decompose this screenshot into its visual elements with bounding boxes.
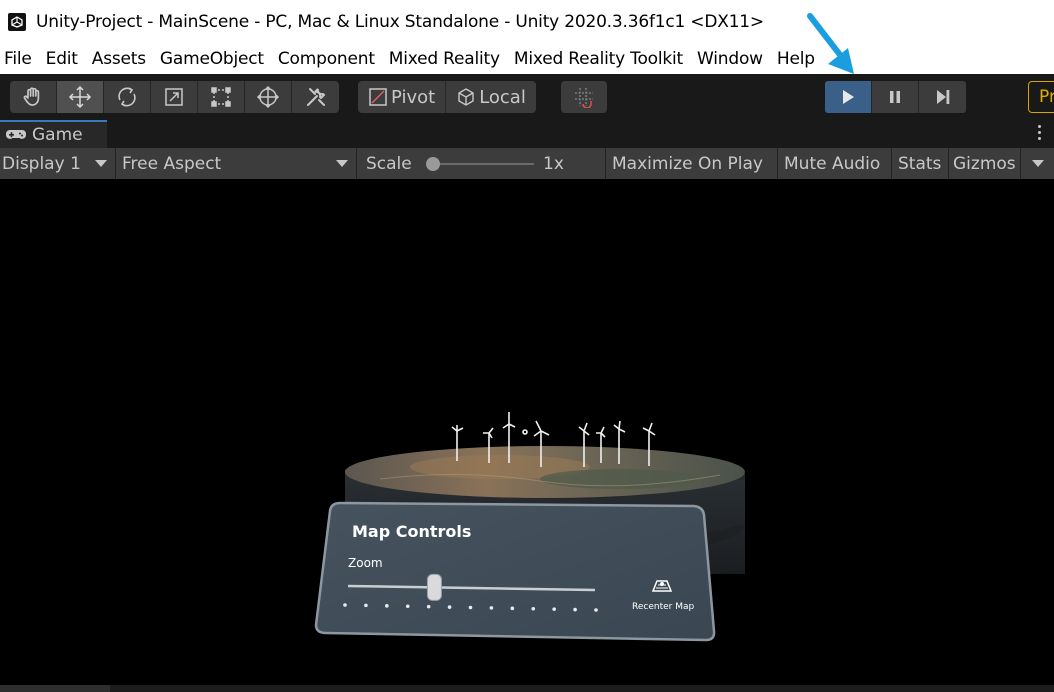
window-title: Unity-Project - MainScene - PC, Mac & Li… xyxy=(36,12,764,32)
map-controls-title: Map Controls xyxy=(352,522,472,541)
menu-assets[interactable]: Assets xyxy=(92,49,146,69)
hand-icon xyxy=(23,87,40,106)
zoom-tick xyxy=(531,606,536,611)
stats-label: Stats xyxy=(898,153,942,174)
menu-bar: File Edit Assets GameObject Component Mi… xyxy=(0,44,1054,74)
maximize-on-play-toggle[interactable]: Maximize On Play xyxy=(606,148,778,179)
transform-tool-button[interactable] xyxy=(245,81,292,113)
local-button[interactable]: Local xyxy=(446,81,536,113)
display-dropdown[interactable]: Display 1 xyxy=(0,148,116,179)
zoom-slider-thumb[interactable] xyxy=(426,573,442,601)
pivot-button[interactable]: Pivot xyxy=(358,81,447,113)
unity-logo-icon xyxy=(8,13,26,31)
aspect-caret-icon xyxy=(336,160,348,167)
zoom-tick xyxy=(426,604,431,609)
wind-turbine xyxy=(522,429,528,435)
pivot-label: Pivot xyxy=(391,86,436,108)
rect-tool-button[interactable] xyxy=(198,81,245,113)
bottom-scrollbar[interactable] xyxy=(0,685,1054,692)
scale-tool-button[interactable] xyxy=(151,81,198,113)
zoom-tick xyxy=(489,606,494,610)
local-cube-icon xyxy=(458,88,474,106)
scene-render xyxy=(314,412,745,642)
zoom-tick xyxy=(468,605,473,610)
preview-packages-button[interactable]: Pr xyxy=(1028,81,1054,113)
zoom-tick xyxy=(364,603,368,608)
gizmos-toggle[interactable]: Gizmos xyxy=(949,148,1021,179)
zoom-label: Zoom xyxy=(348,556,383,570)
menu-mixed-reality[interactable]: Mixed Reality xyxy=(389,49,500,69)
zoom-tick xyxy=(510,606,515,611)
stats-toggle[interactable]: Stats xyxy=(892,148,949,179)
gizmos-label: Gizmos xyxy=(953,153,1016,174)
scrollbar-thumb[interactable] xyxy=(0,685,110,692)
scale-slider-track[interactable] xyxy=(432,163,534,165)
pause-button[interactable] xyxy=(872,81,919,113)
playback-controls xyxy=(825,81,966,113)
zoom-tick xyxy=(385,604,389,608)
menu-file[interactable]: File xyxy=(4,49,32,69)
pause-icon xyxy=(890,91,900,103)
game-view[interactable]: Map Controls Zoom Recenter Map xyxy=(0,179,1054,685)
play-icon xyxy=(843,90,854,104)
custom-tool-button[interactable] xyxy=(292,81,339,113)
grid-snap-icon xyxy=(575,88,593,108)
zoom-tick xyxy=(552,607,556,611)
scale-value: 1x xyxy=(543,153,564,174)
maximize-on-play-label: Maximize On Play xyxy=(612,153,763,174)
pivot-icon xyxy=(369,88,387,106)
menu-mixed-reality-toolkit[interactable]: Mixed Reality Toolkit xyxy=(514,49,683,69)
title-bar: Unity-Project - MainScene - PC, Mac & Li… xyxy=(0,0,1054,44)
step-icon xyxy=(936,90,949,104)
transform-tools-group xyxy=(10,81,339,113)
rotate-tool-button[interactable] xyxy=(104,81,151,113)
zoom-tick xyxy=(573,607,577,612)
tab-game[interactable]: Game xyxy=(0,120,107,148)
move-tool-button[interactable] xyxy=(57,81,104,113)
local-label: Local xyxy=(479,86,526,108)
scale-control: Scale 1x xyxy=(357,148,606,179)
play-button[interactable] xyxy=(825,81,872,113)
menu-edit[interactable]: Edit xyxy=(46,49,78,69)
preview-packages-label: Pr xyxy=(1039,87,1054,107)
zoom-tick xyxy=(594,608,598,612)
zoom-tick xyxy=(447,605,452,609)
more-options-icon[interactable] xyxy=(1038,125,1042,140)
step-button[interactable] xyxy=(919,81,966,113)
scale-label: Scale xyxy=(366,153,412,174)
menu-window[interactable]: Window xyxy=(697,49,763,69)
rotate-icon xyxy=(118,87,136,107)
tab-row: Game xyxy=(0,120,1054,148)
rect-transform-icon xyxy=(211,87,231,107)
zoom-tick xyxy=(343,603,347,607)
game-view-toolbar: Display 1 Free Aspect Scale 1x Maximize … xyxy=(0,148,1054,179)
pivot-group: Pivot Local xyxy=(358,81,536,113)
tab-game-label: Game xyxy=(32,125,83,145)
aspect-dropdown[interactable]: Free Aspect xyxy=(116,148,357,179)
recenter-map-button[interactable]: Recenter Map xyxy=(632,602,694,612)
mute-audio-label: Mute Audio xyxy=(784,153,881,174)
annotation-arrow-icon xyxy=(807,13,854,74)
display-value: Display 1 xyxy=(2,153,81,174)
zoom-tick xyxy=(405,604,410,609)
menu-gameobject[interactable]: GameObject xyxy=(160,49,264,69)
hand-tool-button[interactable] xyxy=(10,81,57,113)
aspect-value: Free Aspect xyxy=(122,153,222,174)
gizmos-caret-icon xyxy=(1031,160,1044,167)
gizmos-dropdown[interactable] xyxy=(1021,148,1054,179)
display-caret-icon xyxy=(95,160,107,167)
mute-audio-toggle[interactable]: Mute Audio xyxy=(778,148,892,179)
grid-snap-button[interactable] xyxy=(561,81,607,113)
custom-tool-icon xyxy=(306,88,325,106)
menu-component[interactable]: Component xyxy=(278,49,375,69)
move-icon xyxy=(68,85,92,109)
scale-icon xyxy=(165,88,183,106)
scale-slider-thumb[interactable] xyxy=(426,157,440,171)
transform-icon xyxy=(256,85,280,109)
main-toolbar: Pivot Local Pr xyxy=(0,74,1054,120)
gamepad-icon xyxy=(6,129,26,139)
